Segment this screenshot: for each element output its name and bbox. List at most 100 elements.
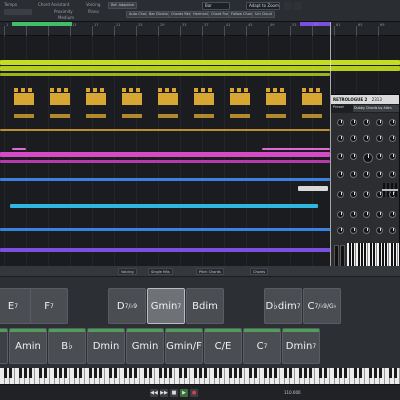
uni-cloud-button[interactable]: Uni Cloud bbox=[252, 11, 275, 18]
synth-knob[interactable] bbox=[350, 119, 357, 126]
gold-note[interactable] bbox=[122, 93, 142, 105]
ref-adaptive-button[interactable]: Ref. Adaptive bbox=[108, 2, 138, 9]
piano-black-key[interactable] bbox=[58, 368, 62, 378]
piano-black-key[interactable] bbox=[298, 368, 302, 378]
magenta-note[interactable] bbox=[12, 148, 26, 150]
gold-note[interactable] bbox=[21, 88, 25, 92]
gold-note[interactable] bbox=[14, 114, 34, 118]
chord-pad[interactable]: Gmin 7 bbox=[147, 288, 185, 324]
gold-note[interactable] bbox=[230, 88, 234, 92]
cyan-clip[interactable] bbox=[10, 204, 318, 208]
gold-note[interactable] bbox=[302, 88, 306, 92]
synth-knob[interactable] bbox=[389, 135, 396, 142]
synth-knob[interactable] bbox=[350, 211, 357, 218]
synth-knob[interactable] bbox=[389, 171, 396, 178]
piano-black-key[interactable] bbox=[333, 368, 337, 378]
voicing-value[interactable]: Piano bbox=[88, 9, 99, 14]
gold-note[interactable] bbox=[273, 88, 277, 92]
piano-black-key[interactable] bbox=[263, 368, 267, 378]
piano-black-key[interactable] bbox=[108, 368, 112, 378]
single-hits-select[interactable]: Single Hits bbox=[148, 268, 173, 275]
envelope-slider[interactable] bbox=[394, 183, 398, 197]
piano-black-key[interactable] bbox=[228, 368, 232, 378]
piano-black-key[interactable] bbox=[318, 368, 322, 378]
gold-note[interactable] bbox=[280, 88, 284, 92]
gold-note[interactable] bbox=[93, 88, 97, 92]
piano-black-key[interactable] bbox=[218, 368, 222, 378]
piano-black-key[interactable] bbox=[163, 368, 167, 378]
gold-note[interactable] bbox=[237, 88, 241, 92]
gold-note[interactable] bbox=[194, 93, 214, 105]
tempo-readout[interactable]: 110.000 bbox=[284, 389, 301, 397]
proximity-value[interactable]: Medium bbox=[58, 15, 74, 20]
gold-note[interactable] bbox=[266, 114, 286, 118]
gold-note[interactable] bbox=[266, 93, 286, 105]
black-key[interactable] bbox=[394, 243, 396, 266]
gold-note[interactable] bbox=[158, 93, 178, 105]
piano-black-key[interactable] bbox=[303, 368, 307, 378]
gold-note[interactable] bbox=[302, 93, 322, 105]
synth-knob[interactable] bbox=[376, 211, 383, 218]
black-key[interactable] bbox=[370, 243, 372, 266]
synth-knob[interactable] bbox=[363, 153, 373, 163]
piano-black-key[interactable] bbox=[338, 368, 342, 378]
gold-note[interactable] bbox=[158, 88, 162, 92]
piano-black-key[interactable] bbox=[253, 368, 257, 378]
piano-black-key[interactable] bbox=[168, 368, 172, 378]
piano-black-key[interactable] bbox=[38, 368, 42, 378]
chord-pad[interactable]: Gmin bbox=[126, 328, 164, 364]
black-key[interactable] bbox=[358, 243, 360, 266]
piano-black-key[interactable] bbox=[23, 368, 27, 378]
piano-black-key[interactable] bbox=[8, 368, 12, 378]
piano-black-key[interactable] bbox=[178, 368, 182, 378]
piano-black-key[interactable] bbox=[273, 368, 277, 378]
piano-black-key[interactable] bbox=[88, 368, 92, 378]
chord-pad[interactable]: Dmin 7 bbox=[282, 328, 320, 364]
black-key[interactable] bbox=[364, 243, 366, 266]
black-key[interactable] bbox=[352, 243, 354, 266]
preset-select[interactable]: Dubby Chords by Allen bbox=[353, 105, 399, 112]
piano-black-key[interactable] bbox=[368, 368, 372, 378]
envelope-slider[interactable] bbox=[386, 183, 390, 197]
synth-knob[interactable] bbox=[337, 227, 344, 234]
piano-black-key[interactable] bbox=[43, 368, 47, 378]
gold-note[interactable] bbox=[230, 93, 250, 105]
timeline-ruler[interactable]: 1 5 9 13 17 21 25 29 33 37 41 45 49 53 57 61 65 69 bbox=[0, 22, 400, 36]
piano-black-key[interactable] bbox=[388, 368, 392, 378]
black-key[interactable] bbox=[382, 243, 384, 266]
piano-black-key[interactable] bbox=[378, 368, 382, 378]
synth-knob[interactable] bbox=[350, 135, 357, 142]
piano-black-key[interactable] bbox=[323, 368, 327, 378]
piano-black-key[interactable] bbox=[268, 368, 272, 378]
pitch-wheel[interactable] bbox=[334, 245, 339, 266]
synth-knob[interactable] bbox=[363, 119, 370, 126]
chords-select[interactable]: Chords bbox=[250, 268, 269, 275]
gold-note[interactable] bbox=[302, 114, 322, 118]
forward-icon[interactable]: ▶▶ bbox=[160, 389, 168, 397]
chord-track-clip[interactable] bbox=[0, 66, 400, 71]
gold-note[interactable] bbox=[57, 88, 61, 92]
gold-note[interactable] bbox=[194, 88, 198, 92]
arranger-marker-a[interactable] bbox=[12, 22, 72, 26]
rewind-icon[interactable]: ◀◀ bbox=[150, 389, 158, 397]
chord-pad[interactable]: C 7/♭9/G♭ bbox=[303, 288, 341, 324]
gold-clip-thin[interactable] bbox=[0, 129, 330, 131]
piano-black-key[interactable] bbox=[358, 368, 362, 378]
project-track-area[interactable]: RETROLOGUE 2 2313 Preset Dubby Chords by… bbox=[0, 36, 400, 266]
voicing-tab[interactable]: Voicing bbox=[118, 268, 137, 275]
piano-black-key[interactable] bbox=[373, 368, 377, 378]
gold-note[interactable] bbox=[158, 114, 178, 118]
play-icon[interactable]: ▶ bbox=[180, 389, 188, 397]
pitch-chords-select[interactable]: Pitch Chords bbox=[196, 268, 224, 275]
retrologue-plugin-window[interactable]: RETROLOGUE 2 2313 Preset Dubby Chords by… bbox=[330, 94, 400, 266]
piano-black-key[interactable] bbox=[233, 368, 237, 378]
stop-icon[interactable]: ■ bbox=[170, 389, 178, 397]
synth-knob[interactable] bbox=[337, 119, 344, 126]
piano-black-key[interactable] bbox=[183, 368, 187, 378]
piano-black-key[interactable] bbox=[203, 368, 207, 378]
zoom-select[interactable]: Adapt to Zoom bbox=[246, 2, 280, 10]
synth-knob[interactable] bbox=[376, 153, 383, 160]
gold-note[interactable] bbox=[86, 88, 90, 92]
piano-black-key[interactable] bbox=[3, 368, 7, 378]
synth-knob[interactable] bbox=[337, 153, 344, 160]
